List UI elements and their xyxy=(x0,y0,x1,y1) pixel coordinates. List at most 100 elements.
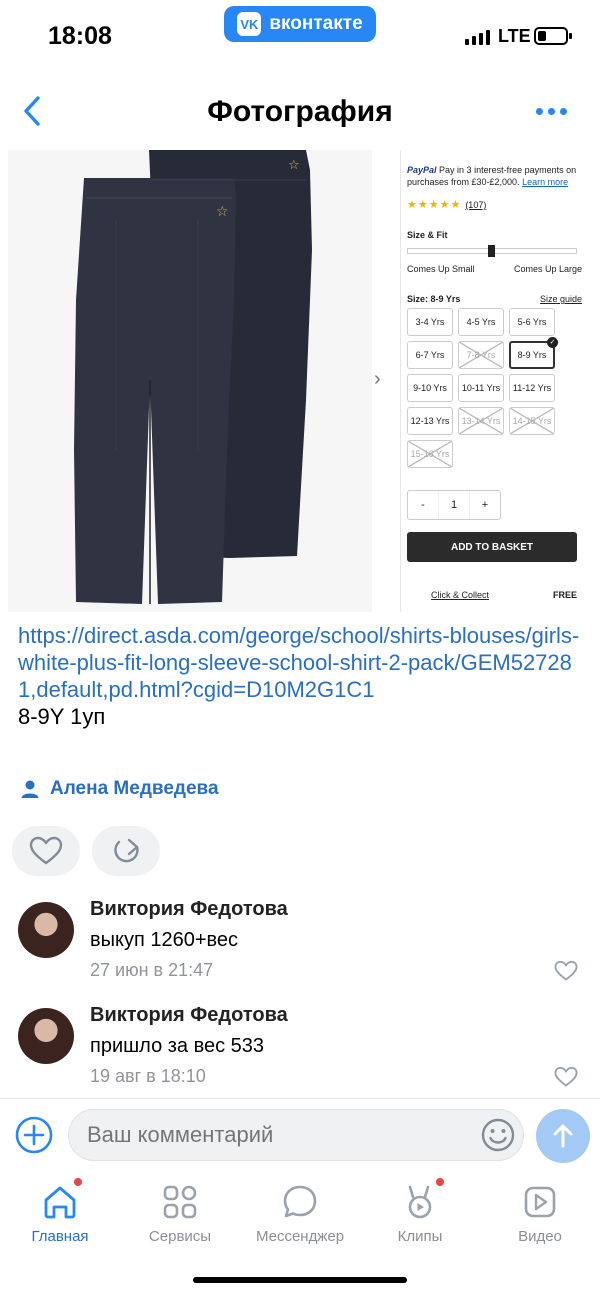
rating-stars-glyphs: ★★★★★ xyxy=(407,199,462,211)
plus-circle-icon xyxy=(15,1116,53,1154)
author-link[interactable]: Алена Медведева xyxy=(20,778,219,800)
avatar[interactable] xyxy=(18,902,74,958)
status-bar: 18:08 VK вконтакте LTE xyxy=(0,0,600,80)
messenger-icon xyxy=(283,1185,317,1218)
video-icon xyxy=(524,1186,556,1218)
nav-bar: Фотография xyxy=(0,80,600,144)
more-dots-icon xyxy=(536,108,543,115)
size-option: 10-11 Yrs xyxy=(458,374,504,402)
comment-input[interactable] xyxy=(68,1109,524,1161)
home-icon xyxy=(44,1186,76,1219)
size-option: 15-16 Yrs xyxy=(407,440,453,468)
size-option: 13-14 Yrs xyxy=(458,407,504,435)
vk-logo-icon: VK xyxy=(237,12,262,36)
like-button[interactable] xyxy=(12,826,80,876)
share-icon xyxy=(114,838,139,863)
size-grid: 3-4 Yrs 4-5 Yrs 5-6 Yrs 6-7 Yrs 7-8 Yrs 8-9 Y… xyxy=(407,308,583,468)
notification-dot xyxy=(436,1178,444,1186)
tab-clips[interactable]: Клипы xyxy=(360,1176,480,1256)
rating-stars: ★★★★★ (107) xyxy=(407,198,486,211)
click-collect-price: FREE xyxy=(552,590,577,600)
tab-services[interactable]: Сервисы xyxy=(120,1176,240,1256)
comment-like-button[interactable] xyxy=(554,1066,578,1093)
comment-author[interactable]: Виктория Федотова xyxy=(90,1004,288,1027)
tab-label: Сервисы xyxy=(148,1228,212,1245)
chevron-right-icon: › xyxy=(374,368,381,390)
size-guide-link: Size guide xyxy=(539,294,582,304)
size-option: 9-10 Yrs xyxy=(407,374,453,402)
user-icon xyxy=(21,780,39,798)
post-actions xyxy=(12,826,160,876)
qty-plus: + xyxy=(481,499,489,511)
size-option: 14-15 Yrs xyxy=(509,407,555,435)
size-option: 7-8 Yrs xyxy=(458,341,504,369)
arrow-up-icon xyxy=(553,1124,573,1148)
comment-item: Виктория Федотова выкуп 1260+вес 27 июн … xyxy=(0,896,600,996)
heart-icon xyxy=(29,836,63,865)
avatar[interactable] xyxy=(18,1008,74,1064)
comment-author[interactable]: Виктория Федотова xyxy=(90,898,288,921)
fit-small-label: Comes Up Small xyxy=(407,264,475,274)
heart-icon xyxy=(554,960,578,981)
network-type: LTE xyxy=(498,26,531,46)
comment-text: выкуп 1260+вес xyxy=(90,929,239,951)
send-button[interactable] xyxy=(536,1109,590,1163)
emoji-button[interactable] xyxy=(480,1117,516,1158)
qty-minus: - xyxy=(421,499,425,511)
services-icon xyxy=(163,1185,197,1219)
tab-label: Главная xyxy=(31,1228,89,1245)
size-option: 4-5 Yrs xyxy=(458,308,504,336)
attach-button[interactable] xyxy=(14,1115,54,1160)
product-link[interactable]: https://direct.asda.com/george/school/sh… xyxy=(18,622,584,703)
more-button[interactable] xyxy=(536,108,567,115)
post-description: https://direct.asda.com/george/school/sh… xyxy=(18,622,584,730)
comment-text: пришло за вес 533 xyxy=(90,1035,265,1057)
share-button[interactable] xyxy=(92,826,160,876)
fit-slider xyxy=(407,245,577,257)
comment-date: 19 авг в 18:10 xyxy=(90,1066,206,1086)
tab-messenger[interactable]: Мессенджер xyxy=(240,1176,360,1256)
rating-count: (107) xyxy=(465,200,487,210)
comment-date: 27 июн в 21:47 xyxy=(90,960,214,980)
size-label: Size: 8-9 Yrs xyxy=(407,294,461,304)
add-to-basket-label: ADD TO BASKET xyxy=(407,532,577,562)
size-option: 6-7 Yrs xyxy=(407,341,453,369)
click-collect-row: Click & Collect FREE xyxy=(407,590,577,600)
clips-icon xyxy=(408,1185,432,1219)
product-screenshot: PayPal Pay in 3 interest-free payments o… xyxy=(400,150,590,612)
status-time: 18:08 xyxy=(48,22,112,50)
page-title: Фотография xyxy=(207,95,393,128)
fit-large-label: Comes Up Large xyxy=(513,264,582,274)
battery-icon xyxy=(534,27,572,45)
smile-icon xyxy=(481,1118,515,1152)
notification-dot xyxy=(74,1178,82,1186)
paypal-note: PayPal Pay in 3 interest-free payments o… xyxy=(407,164,579,188)
tab-video[interactable]: Видео xyxy=(480,1176,600,1256)
svg-text:☆: ☆ xyxy=(288,158,300,173)
size-option: 11-12 Yrs xyxy=(509,374,555,402)
quantity-stepper: - 1 + xyxy=(407,490,501,520)
vk-app-pill[interactable]: VK вконтакте xyxy=(224,6,376,42)
post-note: 8-9Y 1уп xyxy=(18,704,106,729)
author-name: Алена Медведева xyxy=(50,778,219,799)
home-indicator xyxy=(193,1277,407,1283)
tab-label: Видео xyxy=(518,1228,562,1245)
size-option: 5-6 Yrs xyxy=(509,308,555,336)
tab-label: Мессенджер xyxy=(255,1228,345,1245)
signal-icon xyxy=(465,30,490,45)
trousers-image: ☆ ☆ xyxy=(8,150,372,612)
paypal-brand: PayPal xyxy=(407,165,437,175)
heart-icon xyxy=(554,1066,578,1087)
post-photo[interactable]: ☆ ☆ › PayPal Pay in 3 interest-free paym… xyxy=(8,150,590,612)
svg-text:☆: ☆ xyxy=(216,204,229,220)
click-collect-label: Click & Collect xyxy=(431,590,490,600)
tab-home[interactable]: Главная xyxy=(0,1176,120,1256)
size-fit-label: Size & Fit xyxy=(407,230,448,240)
comment-bar xyxy=(0,1098,600,1174)
tab-label: Клипы xyxy=(397,1228,443,1245)
comment-like-button[interactable] xyxy=(554,960,578,987)
paypal-learn-more: Learn more xyxy=(522,177,569,187)
fit-slider-knob xyxy=(488,245,495,257)
size-option: 3-4 Yrs xyxy=(407,308,453,336)
size-option: 8-9 Yrs xyxy=(509,337,558,369)
